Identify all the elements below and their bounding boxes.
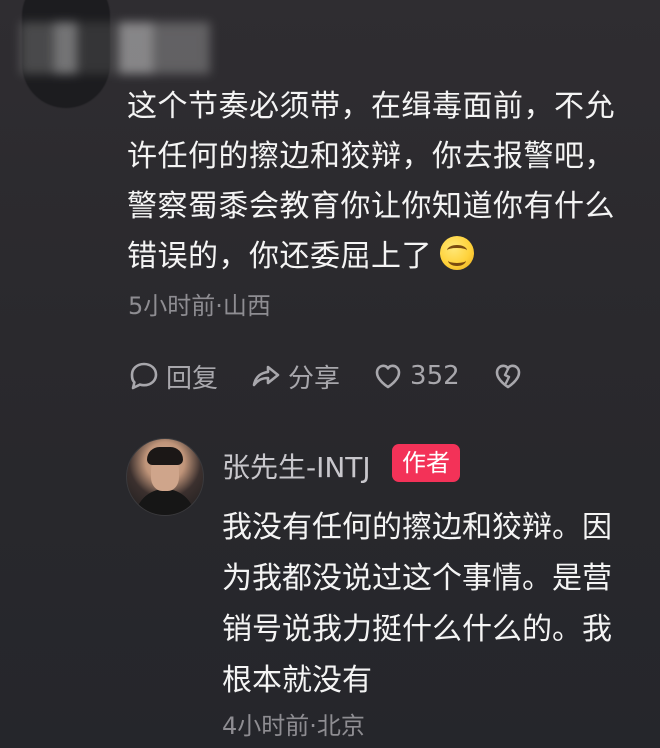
avatar-body: [135, 489, 195, 515]
blurred-commenter-name: [20, 22, 210, 74]
like-count: 352: [410, 361, 460, 391]
reply-button[interactable]: 回复: [128, 358, 218, 395]
author-badge: 作者: [392, 444, 460, 482]
share-button[interactable]: 分享: [250, 358, 340, 395]
comment-actions: 回复 分享 352: [128, 356, 562, 396]
broken-heart-icon: [495, 364, 520, 389]
reply-text: 我没有任何的擦边和狡辩。因为我都没说过这个事情。是营销号说我力挺什么什么的。我根…: [222, 510, 612, 698]
avatar-hair: [147, 447, 183, 465]
reply-label: 回复: [166, 363, 219, 394]
like-button[interactable]: 352: [372, 360, 460, 392]
author-avatar[interactable]: [126, 438, 204, 516]
comment-body: 这个节奏必须带，在缉毒面前，不允许任何的擦边和狡辩，你去报警吧，警察蜀黍会教育你…: [127, 89, 615, 274]
comment-meta: 5小时前·山西: [128, 292, 271, 320]
comment-text: 这个节奏必须带，在缉毒面前，不允许任何的擦边和狡辩，你去报警吧，警察蜀黍会教育你…: [127, 82, 627, 282]
reply-bubble-icon: [130, 362, 158, 390]
reply-meta: 4小时前·北京: [222, 712, 365, 740]
smile-emoji-icon: [440, 236, 474, 270]
share-arrow-icon: [252, 365, 280, 387]
dislike-button[interactable]: [492, 360, 530, 392]
share-label: 分享: [288, 363, 341, 394]
heart-icon: [375, 364, 401, 389]
author-username[interactable]: 张先生-INTJ: [222, 446, 371, 486]
